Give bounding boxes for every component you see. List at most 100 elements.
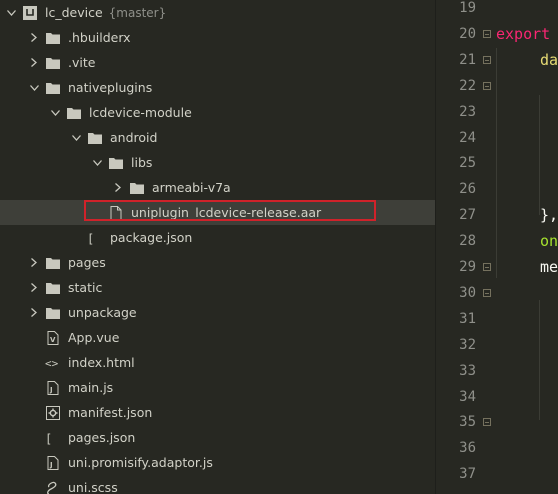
- js-file-icon: J: [45, 380, 61, 395]
- chevron-down-icon[interactable]: [29, 84, 39, 91]
- folder-icon: [45, 306, 61, 320]
- line-number: 21: [459, 51, 476, 68]
- code-line[interactable]: me: [540, 257, 558, 277]
- tree-item[interactable]: manifest.json: [0, 400, 435, 425]
- folder-icon: [87, 131, 103, 145]
- tree-item[interactable]: pages: [0, 250, 435, 275]
- project-icon: [22, 5, 38, 20]
- tree-item[interactable]: [ ] pages.json: [0, 425, 435, 450]
- tree-item[interactable]: nativeplugins: [0, 75, 435, 100]
- line-number: 36: [459, 440, 476, 457]
- line-number: 29: [459, 259, 476, 275]
- json-icon: [ ]: [45, 431, 61, 445]
- line-number: 32: [459, 336, 476, 353]
- line-number: 30: [459, 284, 476, 301]
- tree-item[interactable]: uni.scss: [0, 475, 435, 494]
- svg-text:<>: <>: [45, 357, 59, 370]
- fold-toggle-icon[interactable]: [483, 29, 491, 38]
- tree-item-label: App.vue: [68, 330, 120, 345]
- vue-file-icon: V: [45, 330, 61, 345]
- folder-icon: [45, 31, 61, 45]
- tree-item-label: uni.promisify.adaptor.js: [68, 455, 213, 470]
- fold-toggle-icon[interactable]: [483, 288, 491, 297]
- tree-item-label: .hbuilderx: [68, 30, 131, 45]
- scss-file-icon: [45, 481, 61, 494]
- tree-item-label: static: [68, 280, 103, 295]
- tree-item[interactable]: Juni.promisify.adaptor.js: [0, 450, 435, 475]
- line-number: 31: [459, 310, 476, 327]
- line-number: 22: [459, 77, 476, 94]
- chevron-right-icon[interactable]: [29, 283, 39, 292]
- chevron-right-icon[interactable]: [29, 58, 39, 67]
- folder-icon: [45, 256, 61, 270]
- chevron-down-icon[interactable]: [71, 134, 81, 141]
- line-number: 26: [459, 181, 476, 198]
- tree-item[interactable]: libs: [0, 150, 435, 175]
- chevron-down-icon[interactable]: [92, 159, 102, 166]
- chevron-right-icon[interactable]: [29, 33, 39, 42]
- code-line[interactable]: export: [496, 24, 550, 44]
- tree-item[interactable]: lcdevice-module: [0, 100, 435, 125]
- folder-icon: [66, 106, 82, 120]
- tree-item[interactable]: unpackage: [0, 300, 435, 325]
- fold-toggle-icon[interactable]: [483, 263, 491, 271]
- html-file-icon: <>: [45, 356, 61, 370]
- line-number: 20: [459, 25, 476, 42]
- code-line[interactable]: },: [540, 205, 558, 225]
- tree-item-label: lc_device: [45, 5, 103, 20]
- tree-item-label: android: [110, 130, 158, 145]
- chevron-down-icon[interactable]: [50, 109, 60, 116]
- line-number: 25: [459, 155, 476, 172]
- tree-item-label: package.json: [110, 230, 193, 245]
- line-number: 28: [459, 233, 476, 250]
- manifest-icon: [45, 405, 61, 420]
- tree-item[interactable]: V App.vue: [0, 325, 435, 350]
- tree-item-label: main.js: [68, 380, 114, 395]
- fold-toggle-icon[interactable]: [483, 55, 491, 64]
- folder-icon: [45, 81, 61, 95]
- tree-item[interactable]: static: [0, 275, 435, 300]
- file-icon: [108, 205, 124, 220]
- line-number: 37: [459, 466, 476, 483]
- project-explorer: lc_device {master} .hbuilderx .vite nativepl…: [0, 0, 435, 494]
- svg-text:[ ]: [ ]: [45, 432, 61, 445]
- folder-icon: [45, 281, 61, 295]
- tree-item-label: index.html: [68, 355, 135, 370]
- line-number: 27: [459, 207, 476, 224]
- tree-item-label: .vite: [68, 55, 96, 70]
- chevron-right-icon[interactable]: [29, 308, 39, 317]
- tree-item-label: lcdevice-module: [89, 105, 192, 120]
- svg-text:V: V: [50, 336, 56, 344]
- tree-item[interactable]: armeabi-v7a: [0, 175, 435, 200]
- tree-item[interactable]: .vite: [0, 50, 435, 75]
- tree-item-label: unpackage: [68, 305, 137, 320]
- svg-text:J: J: [49, 461, 53, 469]
- indent-guide: [539, 300, 540, 420]
- indent-guide: [539, 95, 540, 215]
- tree-item[interactable]: uniplugin_lcdevice-release.aar: [0, 200, 435, 225]
- js-file-icon: J: [45, 455, 61, 470]
- tree-item-label: manifest.json: [68, 405, 153, 420]
- tree-item[interactable]: android: [0, 125, 435, 150]
- chevron-right-icon[interactable]: [113, 183, 123, 192]
- line-number: 19: [459, 0, 476, 16]
- tree-item[interactable]: .hbuilderx: [0, 25, 435, 50]
- tree-item[interactable]: [ ] package.json: [0, 225, 435, 250]
- fold-toggle-icon[interactable]: [483, 418, 491, 427]
- tree-item-label: uni.scss: [68, 480, 118, 494]
- code-editor[interactable]: 19 20 export 21 da 22 23 24 25 26 27}, 28 on 29 me 30 31…: [436, 0, 558, 494]
- chevron-right-icon[interactable]: [29, 258, 39, 267]
- tree-item[interactable]: lc_device {master}: [0, 0, 435, 25]
- line-number: 33: [459, 362, 476, 379]
- svg-text:J: J: [49, 386, 53, 394]
- tree-item[interactable]: Jmain.js: [0, 375, 435, 400]
- chevron-down-icon[interactable]: [6, 9, 16, 16]
- fold-toggle-icon[interactable]: [483, 81, 491, 90]
- folder-icon: [108, 156, 124, 170]
- line-number: 24: [459, 129, 476, 146]
- tree-item-label: armeabi-v7a: [152, 180, 231, 195]
- code-line[interactable]: on: [540, 231, 558, 251]
- tree-item[interactable]: <> index.html: [0, 350, 435, 375]
- line-number: 35: [459, 414, 476, 431]
- code-line[interactable]: da: [540, 50, 558, 70]
